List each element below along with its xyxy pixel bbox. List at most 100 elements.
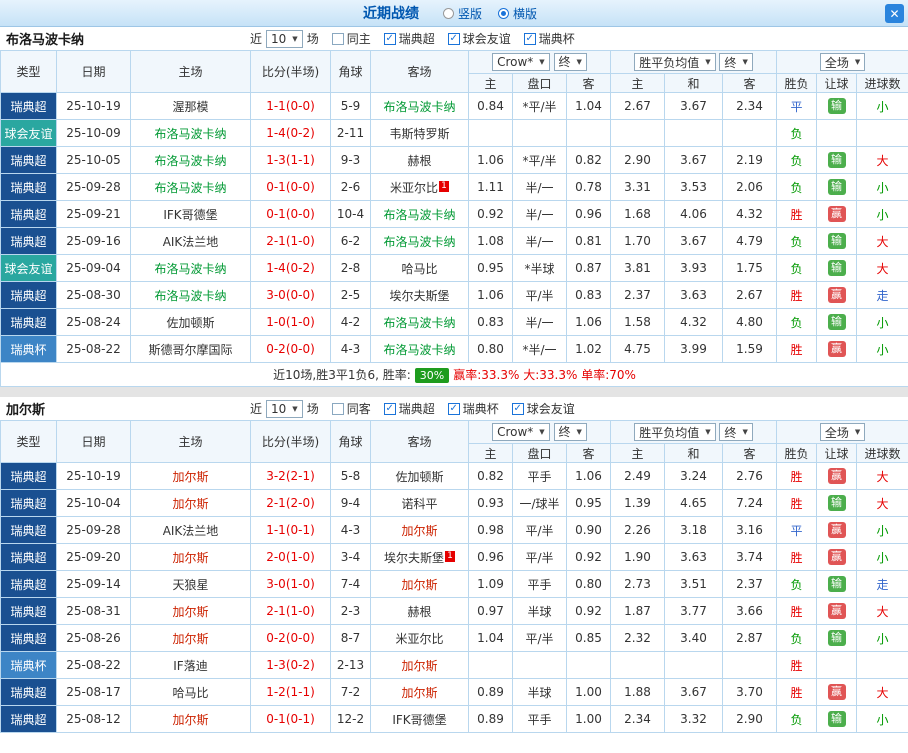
odds-company-select[interactable]: Crow* ▼ <box>492 53 550 72</box>
avg-type-select[interactable]: 胜平负均值 ▼ <box>634 423 716 441</box>
matches-table: 类型 日期 主场 比分(半场) 角球 客场 Crow* ▼ 终 ▼ 胜平负均值 ▼ 终 ▼ 全场 ▼ 主盘口… <box>0 50 908 387</box>
checkbox-label: 同主 <box>346 32 371 46</box>
away-team: 布洛马波卡纳 <box>370 227 469 255</box>
odds-handicap: 平/半 <box>512 543 567 571</box>
match-date: 25-09-04 <box>56 254 131 282</box>
filter-league-checkbox[interactable]: ✓ 瑞典杯 <box>523 30 575 47</box>
league-type-label: 瑞典超 <box>10 631 47 646</box>
match-date: 25-08-17 <box>56 678 131 706</box>
odds-company-select[interactable]: Crow* ▼ <box>492 423 550 442</box>
odds-away: 0.80 <box>565 570 612 598</box>
avg-final-select[interactable]: 终 ▼ <box>719 53 753 71</box>
scope-select[interactable]: 全场 ▼ <box>819 423 866 441</box>
result-winlose: 胜 <box>776 651 818 679</box>
avg-home: 2.49 <box>610 462 666 490</box>
filter-league-checkbox[interactable]: ✓ 球会友谊 <box>511 400 575 417</box>
corner-score: 4-3 <box>330 335 371 363</box>
avg-final-select-value: 终 <box>724 55 737 70</box>
checkbox-unchecked-icon <box>331 32 344 45</box>
result-winlose: 胜 <box>776 597 818 625</box>
home-team: 斯德哥尔摩国际 <box>130 335 251 363</box>
avg-draw <box>664 119 724 147</box>
checkbox-checked-icon: ✓ <box>511 402 524 415</box>
odds-away: 1.02 <box>565 335 612 363</box>
corner-score: 9-4 <box>330 489 371 517</box>
avg-type-select-value: 胜平负均值 <box>639 425 700 440</box>
match-row: 瑞典超 25-09-20 加尔斯 2-0(1-0) 3-4 埃尔夫斯堡 1 0.96 平/半 0.… <box>0 543 908 571</box>
odds-home: 0.93 <box>468 489 513 517</box>
filter-same-venue-checkbox[interactable]: 同主 <box>331 30 371 47</box>
filter-same-venue-checkbox[interactable]: 同客 <box>331 400 371 417</box>
home-team: 布洛马波卡纳 <box>130 254 251 282</box>
layout-horizontal-radio[interactable]: 横版 <box>498 5 537 22</box>
avg-away: 3.74 <box>722 543 778 571</box>
avg-final-select[interactable]: 终 ▼ <box>719 423 753 441</box>
odds-away: 0.92 <box>565 543 612 571</box>
league-type-cell: 瑞典杯 <box>0 335 57 363</box>
home-team: 加尔斯 <box>130 462 251 490</box>
filter-league-checkbox[interactable]: ✓ 球会友谊 <box>447 30 511 47</box>
odds-away: 0.83 <box>565 281 612 309</box>
col-header-odds-away: 客 <box>565 73 612 93</box>
avg-home: 1.88 <box>610 678 666 706</box>
league-type-cell: 瑞典超 <box>0 281 57 309</box>
away-team: 布洛马波卡纳 <box>370 200 469 228</box>
avg-draw: 3.67 <box>664 92 724 120</box>
layout-vertical-radio[interactable]: 竖版 <box>442 5 482 22</box>
result-winlose: 胜 <box>776 200 818 228</box>
result-winlose: 负 <box>776 173 818 201</box>
odds-away: 1.00 <box>565 678 612 706</box>
avg-type-select[interactable]: 胜平负均值 ▼ <box>634 53 716 71</box>
col-header-odds-handicap: 盘口 <box>512 73 567 93</box>
match-date: 25-08-22 <box>56 651 131 679</box>
league-type-label: 瑞典超 <box>10 288 47 303</box>
avg-draw: 4.65 <box>664 489 724 517</box>
filter-league-checkbox[interactable]: ✓ 瑞典超 <box>383 400 435 417</box>
odds-away: 0.78 <box>565 173 612 201</box>
match-date: 25-08-12 <box>56 705 131 733</box>
result-goals: 走 <box>856 281 908 309</box>
col-header-avg-away: 客 <box>722 73 778 93</box>
odds-away: 0.92 <box>565 597 612 625</box>
filter-league-checkbox[interactable]: ✓ 瑞典超 <box>383 30 435 47</box>
match-date: 25-08-31 <box>56 597 131 625</box>
scope-select[interactable]: 全场 ▼ <box>819 53 866 71</box>
result-goals: 小 <box>856 92 908 120</box>
avg-away: 2.06 <box>722 173 778 201</box>
league-type-label: 瑞典杯 <box>10 658 47 673</box>
odds-final-select[interactable]: 终 ▼ <box>553 52 587 71</box>
result-winlose: 负 <box>776 570 818 598</box>
odds-final-select[interactable]: 终 ▼ <box>553 422 587 441</box>
match-count-select[interactable]: 10 ▼ <box>266 29 303 48</box>
home-team-name: 加尔斯 <box>172 604 209 619</box>
away-team-name: 加尔斯 <box>401 658 438 673</box>
corner-score: 2-5 <box>330 281 371 309</box>
col-header-date: 日期 <box>56 420 131 463</box>
corner-score: 7-2 <box>330 678 371 706</box>
result-handicap <box>816 651 858 679</box>
home-team-name: 渥那模 <box>172 99 209 114</box>
filter-league-checkbox[interactable]: ✓ 瑞典杯 <box>447 400 499 417</box>
col-header-result-winlose: 胜负 <box>776 443 818 463</box>
match-score: 3-0(0-0) <box>250 281 331 309</box>
handicap-result-badge: 赢 <box>827 684 846 700</box>
odds-home: 1.06 <box>468 281 513 309</box>
close-button[interactable]: ✕ <box>885 4 904 23</box>
away-team-name: 布洛马波卡纳 <box>383 99 456 114</box>
league-type-label: 瑞典超 <box>10 523 47 538</box>
home-team: 渥那模 <box>130 92 251 120</box>
away-team: 埃尔夫斯堡 <box>370 281 469 309</box>
odds-away: 0.82 <box>565 146 612 174</box>
match-row: 瑞典超 25-08-30 布洛马波卡纳 3-0(0-0) 2-5 埃尔夫斯堡 1.06 平/半… <box>0 281 908 309</box>
summary-text: 近10场,胜3平1负6, 胜率: <box>273 368 411 382</box>
col-header-result-handicap: 让球 <box>816 443 858 463</box>
col-header-avg-home: 主 <box>610 73 666 93</box>
match-date: 25-10-05 <box>56 146 131 174</box>
league-type-label: 瑞典杯 <box>10 342 47 357</box>
result-winlose: 胜 <box>776 678 818 706</box>
odds-home: 1.04 <box>468 624 513 652</box>
match-count-select[interactable]: 10 ▼ <box>266 399 303 418</box>
odds-handicap: 平/半 <box>512 624 567 652</box>
away-team-name: 埃尔夫斯堡 <box>389 288 450 303</box>
avg-away: 4.80 <box>722 308 778 336</box>
